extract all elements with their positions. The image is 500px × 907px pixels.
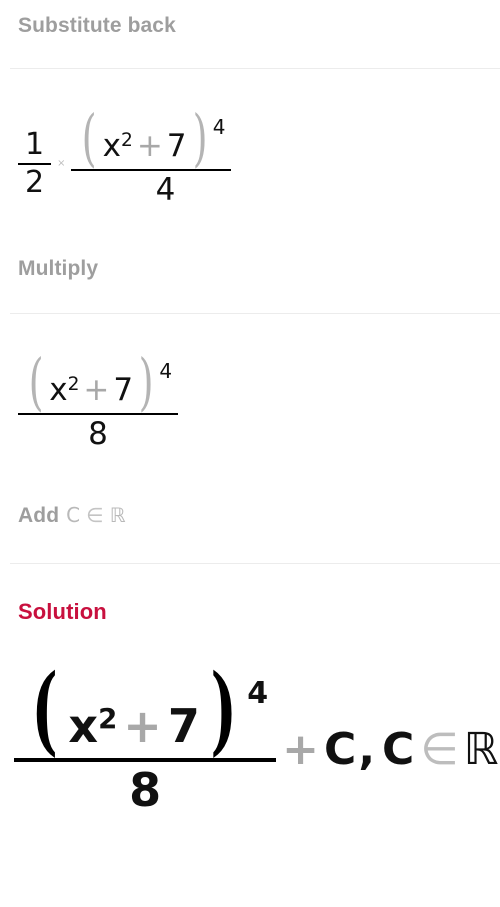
plus-sign: + [282, 724, 320, 775]
divider-1 [10, 68, 500, 69]
expression-substitute-back: 1 2 × ( x2 + 7 ) 4 4 [18, 104, 232, 224]
step-label-add-text: Add [18, 504, 60, 527]
fraction-denominator: 8 [88, 416, 108, 453]
paren-contents: x2 + 7 [48, 366, 134, 406]
fraction-denominator: 2 [25, 165, 45, 200]
close-paren-icon: ) [192, 100, 208, 174]
plus-sign: + [83, 371, 110, 408]
math-solution-page: Substitute back 1 2 × ( x2 + 7 ) 4 4 Mul… [0, 0, 500, 907]
divider-2 [10, 313, 500, 314]
divider-3 [10, 563, 500, 564]
plus-sign: + [123, 699, 162, 754]
parenthesised-power: ( x2 + 7 ) 4 [24, 350, 172, 412]
fraction-one-half: 1 2 [18, 127, 52, 200]
open-paren-icon: ( [28, 344, 44, 418]
parenthesised-power: ( x2 + 7 ) 4 [22, 662, 269, 758]
fraction-power-over-four: ( x2 + 7 ) 4 4 [71, 106, 232, 209]
real-numbers-symbol: ℝ [463, 724, 499, 775]
solution-label: Solution [18, 599, 107, 624]
paren-contents: x2 + 7 [102, 122, 188, 162]
outer-exponent-four: 4 [212, 115, 226, 140]
expression-multiply: ( x2 + 7 ) 4 8 [18, 348, 179, 468]
close-paren-icon: ) [138, 344, 154, 418]
step-label-add-constant: Add C ∈ ℝ [18, 505, 126, 526]
element-of-symbol: ∈ [420, 724, 459, 775]
comma-separator: , [358, 724, 376, 775]
constant-c: C [324, 724, 357, 775]
fraction-numerator: ( x2 + 7 ) 4 [18, 350, 178, 413]
constant-c: C [66, 503, 81, 527]
step-label-add-math: C ∈ ℝ [59, 503, 126, 527]
fraction-numerator: ( x2 + 7 ) 4 [71, 106, 231, 169]
addend-seven: 7 [113, 371, 134, 408]
exponent-two: 2 [67, 374, 80, 396]
plus-sign: + [136, 127, 163, 164]
expression-solution: ( x2 + 7 ) 4 8 + C , C ∈ ℝ [14, 660, 499, 840]
fraction-denominator: 4 [155, 172, 176, 209]
fraction-power-over-eight: ( x2 + 7 ) 4 8 [18, 350, 179, 453]
exponent-two: 2 [98, 702, 118, 736]
variable-x: x [68, 699, 99, 754]
real-numbers-symbol: ℝ [109, 503, 126, 527]
fraction-denominator: 8 [129, 762, 162, 817]
paren-contents: x2 + 7 [67, 687, 200, 749]
solution-constant-term: + C , C ∈ ℝ [276, 728, 498, 772]
step-label-substitute-back: Substitute back [18, 14, 176, 37]
close-paren-icon: ) [210, 653, 237, 767]
open-paren-icon: ( [82, 100, 98, 174]
fraction-numerator: ( x2 + 7 ) 4 [14, 662, 276, 758]
constant-c-second: C [382, 724, 415, 775]
fraction-numerator: 1 [25, 127, 45, 162]
outer-exponent-four: 4 [247, 676, 269, 712]
addend-seven: 7 [167, 699, 200, 754]
fraction-solution: ( x2 + 7 ) 4 8 [14, 662, 277, 817]
variable-x: x [49, 371, 68, 408]
outer-exponent-four: 4 [159, 359, 173, 384]
parenthesised-power: ( x2 + 7 ) 4 [77, 106, 225, 168]
variable-x: x [102, 127, 121, 164]
step-label-multiply: Multiply [18, 257, 99, 280]
exponent-two: 2 [120, 130, 133, 152]
element-of-symbol: ∈ [86, 503, 104, 527]
addend-seven: 7 [166, 127, 187, 164]
multiplication-sign: × [57, 158, 66, 170]
open-paren-icon: ( [31, 653, 58, 767]
